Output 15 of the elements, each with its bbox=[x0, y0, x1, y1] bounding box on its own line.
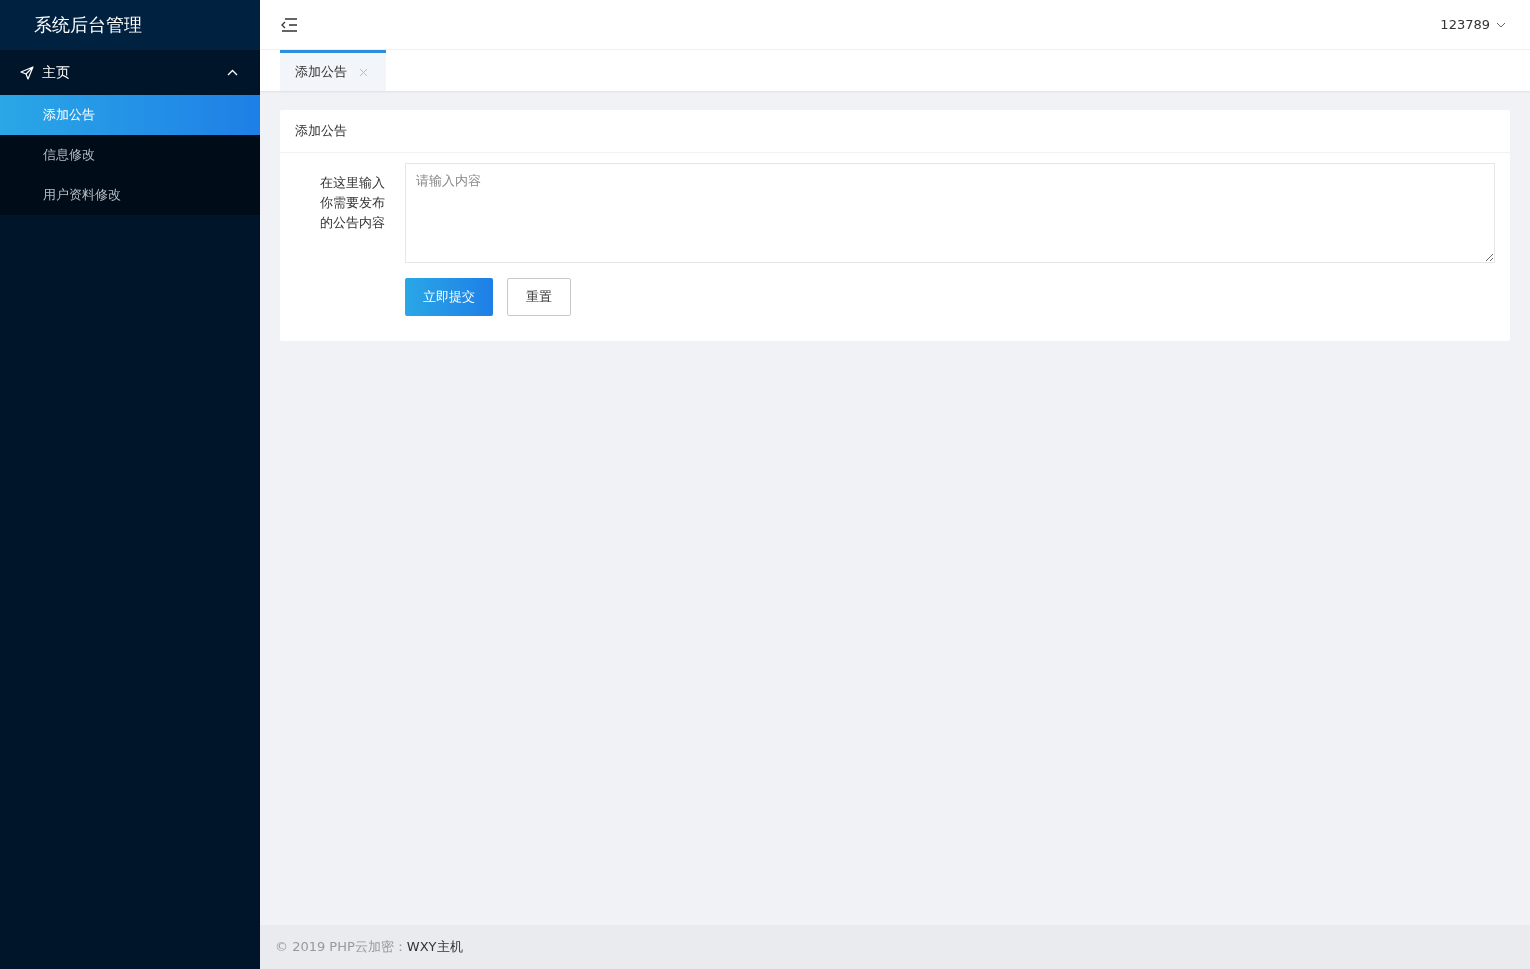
sidebar-item[interactable]: 用户资料修改 bbox=[0, 175, 260, 215]
sidebar-item[interactable]: 信息修改 bbox=[0, 135, 260, 175]
footer-link[interactable]: WXY主机 bbox=[406, 938, 463, 956]
reset-button[interactable]: 重置 bbox=[507, 278, 571, 316]
caret-icon bbox=[227, 69, 238, 76]
tab[interactable]: 添加公告 bbox=[280, 50, 386, 91]
menu-icon[interactable] bbox=[281, 17, 298, 32]
field-label: 在这里输入你需要发布的公告内容 bbox=[319, 174, 386, 232]
chevron-down-icon bbox=[1496, 21, 1506, 28]
user-menu[interactable]: 123789 bbox=[1440, 17, 1506, 32]
card-title: 添加公告 bbox=[280, 110, 1510, 153]
copyright-text: © 2019 PHP云加密： bbox=[275, 938, 407, 956]
paper-plane-icon bbox=[20, 65, 34, 80]
content-field[interactable]: 请输入内容 bbox=[405, 163, 1495, 263]
app-title: 系统后台管理 bbox=[0, 0, 260, 50]
